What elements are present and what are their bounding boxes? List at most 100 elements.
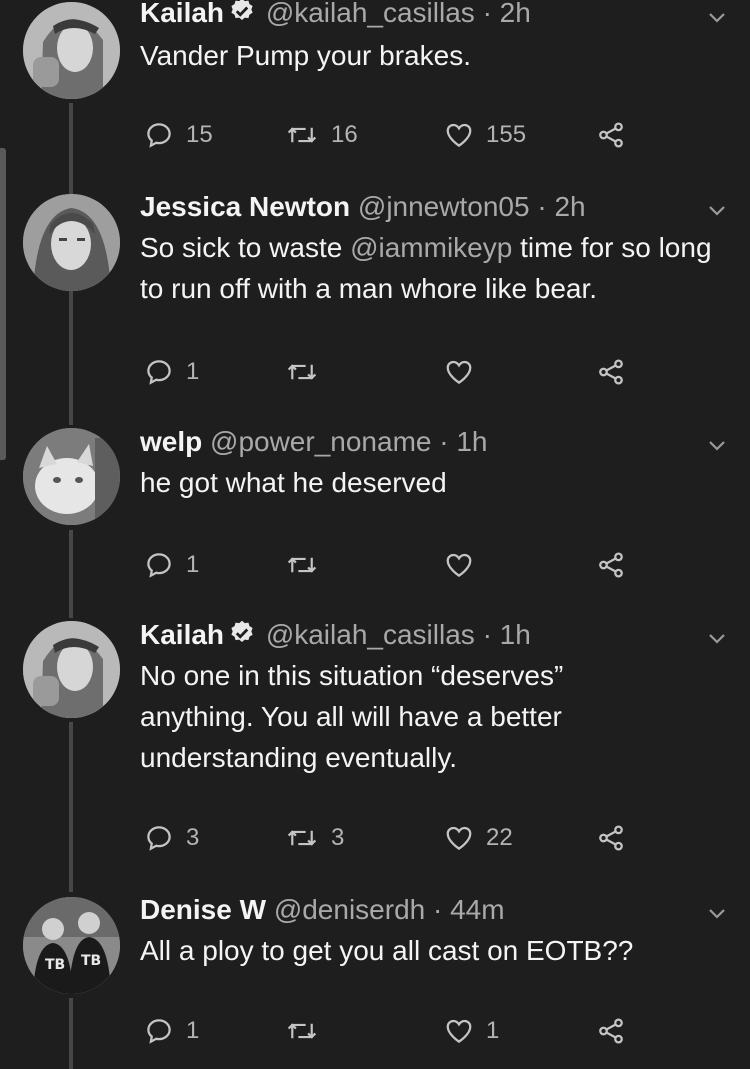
separator-dot: · [482, 619, 492, 650]
tweet-text-part: All a ploy to get you all cast on EOTB?? [140, 935, 634, 966]
tweet-text-part: No one in this situation “deserves” anyt… [140, 660, 564, 773]
handle[interactable]: @kailah_casillas [266, 619, 475, 650]
reply-count: 3 [186, 824, 200, 851]
heart-icon [446, 1019, 472, 1043]
reply-count: 1 [186, 551, 200, 578]
display-name[interactable]: Kailah [140, 619, 224, 650]
tweet-actions: 1 [0, 355, 750, 389]
display-name[interactable]: Denise W [140, 894, 266, 925]
tweet-header: Kailah @kailah_casillas · 2h [140, 0, 531, 33]
share-button[interactable] [596, 1014, 626, 1048]
thread-line [69, 722, 73, 892]
share-nodes-icon [599, 552, 623, 578]
scroll-indicator[interactable] [0, 148, 6, 460]
retweet-arrows-icon [287, 830, 317, 846]
timestamp[interactable]: 2h [500, 0, 531, 28]
speech-bubble-icon [147, 826, 171, 851]
tweet-header: welp @power_noname · 1h [140, 425, 488, 459]
retweet-button[interactable] [285, 1014, 331, 1048]
heart-icon [446, 123, 472, 147]
display-name[interactable]: welp [140, 426, 202, 457]
timestamp[interactable]: 1h [456, 426, 487, 457]
retweet-button[interactable]: 3 [285, 821, 344, 855]
reply-button[interactable]: 15 [144, 118, 213, 152]
like-button[interactable]: 22 [444, 821, 513, 855]
tweet-actions: 1 1 [0, 1014, 750, 1048]
share-button[interactable] [596, 548, 626, 582]
reply-button[interactable]: 1 [144, 548, 199, 582]
tweet-text-part: he got what he deserved [140, 467, 447, 498]
handle[interactable]: @kailah_casillas [266, 0, 475, 28]
svg-text:TB: TB [81, 953, 101, 969]
separator-dot: · [537, 191, 547, 222]
display-name[interactable]: Kailah [140, 0, 224, 28]
reply-count: 15 [186, 121, 213, 148]
tweet-actions: 1 [0, 548, 750, 582]
retweet-arrows-icon [287, 364, 317, 380]
retweet-button[interactable] [285, 355, 331, 389]
svg-text:TB: TB [45, 957, 65, 973]
share-nodes-icon [599, 1018, 623, 1044]
share-nodes-icon [599, 825, 623, 851]
like-button[interactable]: 1 [444, 1014, 499, 1048]
reply-count: 1 [186, 358, 200, 385]
speech-bubble-icon [147, 1019, 171, 1044]
reply-button[interactable]: 3 [144, 821, 199, 855]
tweet-text: So sick to waste @iammikeyp time for so … [140, 227, 730, 309]
heart-icon [446, 553, 472, 577]
share-button[interactable] [596, 355, 626, 389]
retweet-button[interactable] [285, 548, 331, 582]
reply-button[interactable]: 1 [144, 1014, 199, 1048]
tweet-text-part: So sick to waste [140, 232, 351, 263]
handle[interactable]: @deniserdh [274, 894, 425, 925]
like-count: 1 [486, 1017, 500, 1044]
separator-dot: · [439, 426, 449, 457]
tweet-text: All a ploy to get you all cast on EOTB?? [140, 930, 740, 971]
retweet-button[interactable]: 16 [285, 118, 358, 152]
chevron-down-icon[interactable] [705, 901, 729, 925]
display-name[interactable]: Jessica Newton [140, 191, 350, 222]
avatar[interactable] [23, 2, 120, 99]
like-button[interactable] [444, 355, 486, 389]
separator-dot: · [433, 894, 443, 925]
handle[interactable]: @power_noname [210, 426, 431, 457]
like-count: 22 [486, 824, 513, 851]
avatar[interactable]: TB TB [23, 897, 120, 994]
chevron-down-icon[interactable] [705, 433, 729, 457]
retweet-count: 16 [331, 121, 358, 148]
tweet-actions: 3 3 22 [0, 821, 750, 855]
share-nodes-icon [599, 359, 623, 385]
heart-icon [446, 826, 472, 850]
avatar[interactable] [23, 194, 120, 291]
timestamp[interactable]: 2h [554, 191, 585, 222]
share-button[interactable] [596, 118, 626, 152]
tweet-text: No one in this situation “deserves” anyt… [140, 655, 640, 778]
tweet-text: he got what he deserved [140, 462, 740, 503]
handle[interactable]: @jnnewton05 [358, 191, 530, 222]
mention-link[interactable]: @iammikeyp [350, 232, 512, 263]
retweet-arrows-icon [287, 1023, 317, 1039]
tweet-text-part: Vander Pump your brakes. [140, 40, 471, 71]
chevron-down-icon[interactable] [705, 626, 729, 650]
tweet-header: Denise W @deniserdh · 44m [140, 893, 505, 927]
reply-count: 1 [186, 1017, 200, 1044]
avatar[interactable] [23, 428, 120, 525]
share-button[interactable] [596, 821, 626, 855]
timestamp[interactable]: 1h [500, 619, 531, 650]
chevron-down-icon[interactable] [705, 198, 729, 222]
verified-badge-icon [228, 0, 256, 33]
tweet-header: Jessica Newton @jnnewton05 · 2h [140, 190, 586, 224]
like-button[interactable]: 155 [444, 118, 526, 152]
tweet-actions: 15 16 155 [0, 118, 750, 152]
share-nodes-icon [599, 122, 623, 148]
like-button[interactable] [444, 548, 486, 582]
tweet-header: Kailah @kailah_casillas · 1h [140, 618, 531, 655]
avatar[interactable] [23, 621, 120, 718]
speech-bubble-icon [147, 360, 171, 385]
chevron-down-icon[interactable] [705, 5, 729, 29]
speech-bubble-icon [147, 553, 171, 578]
like-count: 155 [486, 121, 527, 148]
timestamp[interactable]: 44m [450, 894, 504, 925]
retweet-count: 3 [331, 824, 345, 851]
reply-button[interactable]: 1 [144, 355, 199, 389]
